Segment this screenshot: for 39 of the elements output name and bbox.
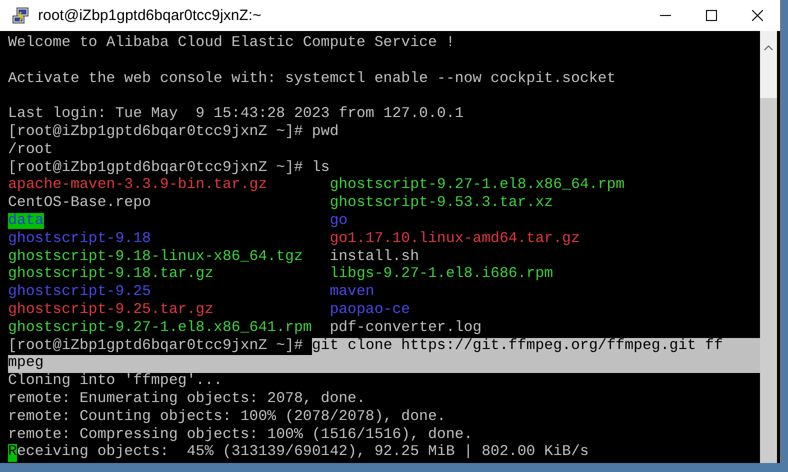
shell-prompt: [root@iZbp1gptd6bqar0tcc9jxnZ ~]# (8, 338, 304, 356)
file-name: ghostscript-9.53.3.tar.xz (330, 195, 554, 213)
file-name: go1.17.10.linux-amd64.tar.gz (330, 230, 580, 249)
terminal-app-icon (12, 6, 30, 24)
directory-name: maven (330, 284, 374, 302)
shell-prompt: [root@iZbp1gptd6bqar0tcc9jxnZ ~]# ls (8, 160, 330, 177)
selected-text: mpeg (8, 355, 760, 374)
file-name: apache-maven-3.3.9-bin.tar.gz (8, 177, 268, 194)
selected-text: git clone https://git.ffmpeg.org/ffmpeg.git ff (312, 338, 760, 356)
file-name: libgs-9.27-1.el8.i686.rpm (330, 266, 554, 284)
terminal-output: Activate the web console with: systemctl enable --now cockpit.socket (8, 70, 616, 88)
file-name: ghostscript-9.27-1.el8.x86_641.rpm (8, 320, 312, 336)
terminal-output: remote: Enumerating objects: 2078, done. (8, 390, 366, 409)
terminal-output: remote: Counting objects: 100% (2078/2078), done. (8, 408, 446, 427)
file-name: ghostscript-9.27-1.el8.x86_64.rpm (330, 177, 625, 195)
maximize-icon (706, 10, 716, 21)
file-name: ghostscript-9.18.tar.gz (8, 266, 214, 282)
shell-prompt: [root@iZbp1gptd6bqar0tcc9jxnZ ~]# pwd (8, 124, 339, 142)
terminal-output: Last login: Tue May 9 15:43:28 2023 from 127.0.0.1 (8, 106, 464, 124)
terminal-output: Cloning into 'ffmpeg'... (8, 373, 222, 391)
directory-name: go (330, 212, 348, 231)
file-name: install.sh (330, 248, 420, 266)
file-name: ghostscript-9.25.tar.gz (8, 302, 214, 318)
cursor-character: R (8, 444, 17, 462)
terminal-output: /root (8, 142, 53, 160)
scrollbar[interactable] (760, 31, 777, 463)
close-icon (752, 10, 762, 21)
file-name: pdf-converter.log (330, 320, 482, 338)
terminal-output: eceiving objects: 45% (313139/690142), 92.25 MiB | 802.00 KiB/s (16, 444, 589, 462)
directory-name: paopao-ce (330, 302, 410, 320)
file-name: ghostscript-9.18-linux-x86_64.tgz (8, 248, 303, 265)
scroll-up-icon[interactable] (764, 45, 773, 51)
directory-name: ghostscript-9.18 (8, 230, 151, 247)
terminal-output: Welcome to Alibaba Cloud Elastic Compute Service ! (8, 35, 455, 53)
directory-name: data (8, 212, 44, 229)
file-name: CentOS-Base.repo (8, 195, 151, 212)
directory-name: ghostscript-9.25 (8, 284, 151, 300)
window-title: root@iZbp1gptd6bqar0tcc9jxnZ:~ (38, 7, 262, 24)
terminal-output: remote: Compressing objects: 100% (1516/1516), done. (8, 426, 473, 444)
